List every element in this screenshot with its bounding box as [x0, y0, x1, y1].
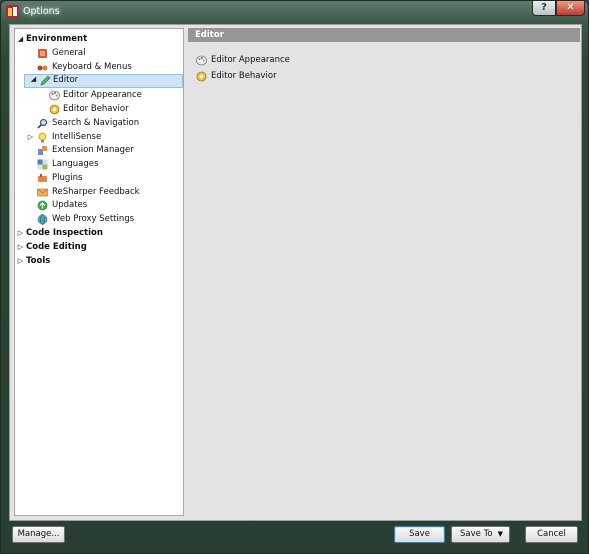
cancel-button[interactable]: Cancel [525, 526, 578, 543]
dialog-footer: Manage... Save Save To ▼ Cancel [1, 521, 588, 553]
help-button[interactable]: ? [532, 1, 556, 16]
tree-item-label: Search & Navigation [52, 118, 140, 128]
expanded-arrow-icon[interactable]: ◢ [17, 33, 24, 46]
keyboard-icon [37, 65, 48, 71]
tree-item-label: Languages [52, 159, 99, 169]
plugin-icon [38, 174, 47, 182]
editor-panel: Editor Editor Appearance Editor Behavior [188, 28, 580, 516]
tree-item-label: Code Editing [26, 242, 87, 252]
resharper-app-icon [6, 5, 19, 18]
dialog-client: ◢ Environment General Keyboard & Menus ◢… [9, 24, 582, 521]
tree-item-resharper-feedback[interactable]: ReSharper Feedback [37, 186, 177, 199]
tree-item-label: Updates [52, 200, 88, 210]
tree-item-keyboard-menus[interactable]: Keyboard & Menus [37, 61, 177, 74]
tree-item-editor-behavior[interactable]: Editor Behavior [49, 103, 177, 116]
tree-item-environment[interactable]: ◢ Environment [17, 33, 177, 46]
tree-item-editor-appearance[interactable]: Editor Appearance [49, 89, 177, 102]
tree-item-plugins[interactable]: Plugins [37, 172, 177, 185]
tree-item-label: Code Inspection [26, 228, 103, 238]
tree-item-label: Environment [26, 34, 88, 44]
tree-item-editor[interactable]: ◢ Editor [24, 74, 183, 88]
gear-icon [49, 104, 60, 115]
tree-item-search-navigation[interactable]: Search & Navigation [37, 117, 177, 130]
gear-icon [196, 71, 207, 82]
tree-item-label: Keyboard & Menus [52, 62, 132, 72]
tree-item-intellisense[interactable]: ▷ IntelliSense [27, 131, 177, 144]
tree-item-label: Editor Behavior [63, 104, 129, 114]
save-button[interactable]: Save [394, 526, 445, 543]
tree-item-general[interactable]: General [37, 47, 177, 60]
collapsed-arrow-icon[interactable]: ▷ [17, 241, 24, 254]
options-window: Options ? ✕ ◢ Environment General Keyboa… [0, 0, 589, 554]
tree-item-code-inspection[interactable]: ▷ Code Inspection [17, 227, 177, 240]
tree-item-code-editing[interactable]: ▷ Code Editing [17, 241, 177, 254]
dropdown-arrow-icon: ▼ [497, 530, 503, 538]
tree-item-label: Editor [53, 75, 79, 85]
link-editor-appearance[interactable]: Editor Appearance [196, 54, 316, 67]
pencil-icon [40, 75, 51, 86]
options-tree[interactable]: ◢ Environment General Keyboard & Menus ◢… [14, 28, 184, 516]
tree-item-label: Plugins [52, 173, 83, 183]
link-label: Editor Behavior [211, 71, 277, 81]
close-button[interactable]: ✕ [556, 1, 585, 16]
collapsed-arrow-icon[interactable]: ▷ [27, 131, 34, 144]
tree-item-updates[interactable]: Updates [37, 199, 177, 212]
expanded-arrow-icon[interactable]: ◢ [30, 74, 37, 87]
tree-item-label: Editor Appearance [63, 90, 142, 100]
palette-icon [196, 55, 207, 66]
collapsed-arrow-icon[interactable]: ▷ [17, 255, 24, 268]
save-to-label: Save To [460, 529, 493, 539]
tree-item-label: ReSharper Feedback [52, 187, 140, 197]
general-icon [38, 49, 47, 58]
tree-item-label: Tools [26, 256, 51, 266]
tree-item-label: Extension Manager [52, 145, 134, 155]
languages-icon [37, 159, 48, 170]
collapsed-arrow-icon[interactable]: ▷ [17, 227, 24, 240]
palette-icon [49, 90, 60, 101]
mail-icon [37, 188, 48, 197]
updates-icon [37, 200, 48, 211]
tree-item-label: Web Proxy Settings [52, 214, 135, 224]
tree-item-web-proxy-settings[interactable]: Web Proxy Settings [37, 213, 177, 226]
link-editor-behavior[interactable]: Editor Behavior [196, 70, 316, 83]
save-to-button[interactable]: Save To ▼ [451, 526, 510, 543]
tree-item-label: IntelliSense [52, 132, 102, 142]
title-bar[interactable]: Options ? ✕ [1, 1, 588, 23]
manage-button[interactable]: Manage... [12, 526, 65, 543]
tree-item-extension-manager[interactable]: Extension Manager [37, 144, 177, 157]
tree-item-label: General [52, 48, 86, 58]
globe-icon [37, 214, 48, 225]
window-title: Options [23, 6, 60, 17]
search-icon [37, 119, 47, 129]
extension-icon [38, 146, 47, 155]
tree-item-tools[interactable]: ▷ Tools [17, 255, 177, 268]
tree-item-languages[interactable]: Languages [37, 158, 177, 171]
lightbulb-icon [38, 132, 47, 143]
panel-header: Editor [188, 28, 580, 42]
link-label: Editor Appearance [211, 55, 290, 65]
